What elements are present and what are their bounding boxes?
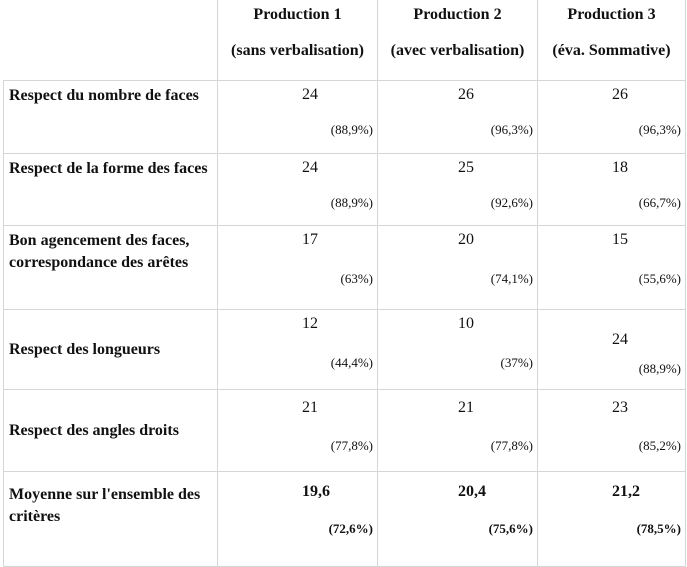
count-value: 21 (302, 399, 318, 416)
table-row-average: Moyenne sur l'ensemble des critères 19,6… (3, 471, 686, 567)
value-cell: 21,2 (78,5%) (537, 471, 686, 567)
criterion-label: Moyenne sur l'ensemble des critères (3, 471, 218, 567)
table-row: Bon agencement des faces, correspondance… (3, 225, 686, 310)
percent-value: (37%) (500, 355, 534, 370)
percent-value: (85,2%) (638, 438, 681, 453)
percent-value: (74,1%) (490, 271, 533, 286)
count-value: 20 (458, 231, 474, 248)
value-cell: 24 (88,9%) (217, 153, 378, 226)
count-value: 19,6 (302, 483, 330, 500)
count-value: 20,4 (458, 483, 486, 500)
header-title: Production 3 (567, 6, 656, 23)
percent-value: (88,9%) (638, 361, 681, 376)
value-cell: 10 (37%) (377, 309, 538, 390)
header-title: Production 1 (253, 6, 342, 23)
header-production-1: Production 1 (sans verbalisation) (217, 0, 378, 81)
results-table: Production 1 (sans verbalisation) Produc… (3, 0, 686, 567)
value-cell: 20 (74,1%) (377, 225, 538, 310)
value-cell: 19,6 (72,6%) (217, 471, 378, 567)
percent-value: (96,3%) (638, 122, 681, 137)
table-row: Respect des angles droits 21 (77,8%) 21 (7… (3, 389, 686, 472)
count-value: 21,2 (612, 483, 640, 500)
count-value: 25 (458, 159, 474, 176)
value-cell: 21 (77,8%) (217, 389, 378, 472)
count-value: 21 (458, 399, 474, 416)
count-value: 18 (612, 159, 628, 176)
value-cell: 18 (66,7%) (537, 153, 686, 226)
percent-value: (55,6%) (638, 271, 681, 286)
header-production-2: Production 2 (avec verbalisation) (377, 0, 538, 81)
percent-value: (63%) (340, 271, 374, 286)
value-cell: 24 (88,9%) (217, 80, 378, 154)
value-cell: 21 (77,8%) (377, 389, 538, 472)
value-cell: 26 (96,3%) (377, 80, 538, 154)
table-row: Respect des longueurs 12 (44,4%) 10 (37%) … (3, 309, 686, 390)
count-value: 10 (458, 315, 474, 332)
value-cell: 25 (92,6%) (377, 153, 538, 226)
count-value: 26 (458, 86, 474, 103)
count-value: 24 (612, 331, 628, 348)
percent-value: (92,6%) (490, 195, 533, 210)
value-cell: 24 (88,9%) (537, 309, 686, 390)
criterion-label: Respect des longueurs (3, 309, 218, 390)
value-cell: 20,4 (75,6%) (377, 471, 538, 567)
count-value: 15 (612, 231, 628, 248)
header-title: Production 2 (413, 6, 502, 23)
value-cell: 26 (96,3%) (537, 80, 686, 154)
header-subtitle: (sans verbalisation) (231, 42, 364, 59)
percent-value: (77,8%) (490, 438, 533, 453)
table-row: Respect de la forme des faces 24 (88,9%) … (3, 153, 686, 226)
percent-value: (96,3%) (490, 122, 533, 137)
header-row: Production 1 (sans verbalisation) Produc… (3, 0, 686, 81)
percent-value: (44,4%) (330, 355, 373, 370)
header-corner (3, 0, 218, 81)
count-value: 24 (302, 159, 318, 176)
percent-value: (75,6%) (488, 521, 533, 536)
criterion-label: Bon agencement des faces, correspondance… (3, 225, 218, 310)
value-cell: 12 (44,4%) (217, 309, 378, 390)
header-subtitle: (avec verbalisation) (390, 42, 525, 59)
percent-value: (66,7%) (638, 195, 681, 210)
count-value: 17 (302, 231, 318, 248)
percent-value: (88,9%) (330, 122, 373, 137)
count-value: 26 (612, 86, 628, 103)
table-row: Respect du nombre de faces 24 (88,9%) 26 (… (3, 80, 686, 154)
criterion-label: Respect du nombre de faces (3, 80, 218, 154)
header-production-3: Production 3 (éva. Sommative) (537, 0, 686, 81)
criterion-label: Respect de la forme des faces (3, 153, 218, 226)
percent-value: (77,8%) (330, 438, 373, 453)
value-cell: 23 (85,2%) (537, 389, 686, 472)
count-value: 23 (612, 399, 628, 416)
percent-value: (78,5%) (636, 521, 681, 536)
count-value: 12 (302, 315, 318, 332)
percent-value: (88,9%) (330, 195, 373, 210)
value-cell: 15 (55,6%) (537, 225, 686, 310)
count-value: 24 (302, 86, 318, 103)
header-subtitle: (éva. Sommative) (552, 42, 671, 59)
value-cell: 17 (63%) (217, 225, 378, 310)
percent-value: (72,6%) (328, 521, 373, 536)
criterion-label: Respect des angles droits (3, 389, 218, 472)
